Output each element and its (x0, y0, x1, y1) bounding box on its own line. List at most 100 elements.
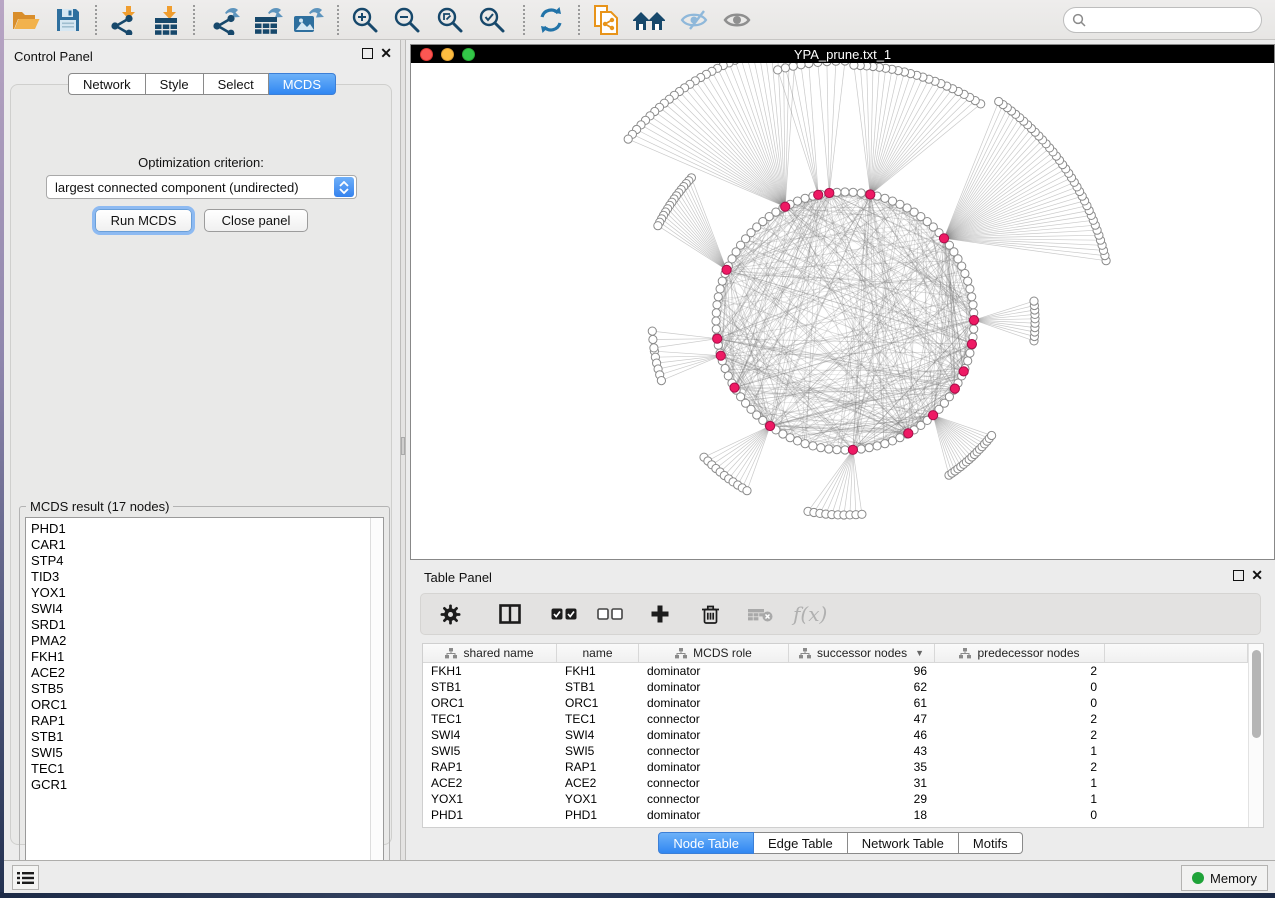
close-table-panel-icon[interactable]: ✕ (1251, 570, 1263, 581)
mcds-result-item[interactable]: CAR1 (31, 537, 370, 553)
float-table-panel-icon[interactable] (1233, 570, 1244, 581)
table-row[interactable]: YOX1YOX1connector291 (423, 791, 1248, 807)
table-row[interactable]: SWI4SWI4dominator462 (423, 727, 1248, 743)
mcds-result-item[interactable]: TID3 (31, 569, 370, 585)
table-row[interactable]: SWI5SWI5connector431 (423, 743, 1248, 759)
mcds-result-item[interactable]: SWI4 (31, 601, 370, 617)
criterion-value: largest connected component (undirected) (47, 180, 334, 195)
criterion-dropdown[interactable]: largest connected component (undirected) (46, 175, 357, 199)
column-header-successor-nodes[interactable]: successor nodes▼ (789, 644, 935, 662)
columns-icon[interactable] (499, 604, 521, 624)
mcds-result-item[interactable]: SRD1 (31, 617, 370, 633)
hide-selected-icon[interactable] (677, 3, 711, 37)
export-image-icon[interactable] (291, 3, 325, 37)
refresh-network-icon[interactable] (534, 3, 568, 37)
table-toolbar: f(x) (420, 593, 1261, 635)
mcds-result-item[interactable]: PHD1 (31, 521, 370, 537)
mcds-result-group: MCDS result (17 nodes) PHD1CAR1STP4TID3Y… (19, 506, 390, 878)
mcds-result-title: MCDS result (17 nodes) (26, 499, 173, 514)
function-builder-icon: f(x) (793, 602, 827, 626)
memory-button[interactable]: Memory (1181, 865, 1268, 891)
mcds-result-item[interactable]: PMA2 (31, 633, 370, 649)
tab-edge-table[interactable]: Edge Table (754, 832, 848, 854)
task-history-button[interactable] (12, 865, 39, 890)
mcds-result-item[interactable]: FKH1 (31, 649, 370, 665)
control-panel-title: Control Panel (14, 49, 93, 64)
mcds-result-item[interactable]: ORC1 (31, 697, 370, 713)
tab-node-table[interactable]: Node Table (658, 832, 754, 854)
export-network-icon[interactable] (209, 3, 243, 37)
mcds-result-item[interactable]: GCR1 (31, 777, 370, 793)
column-header-MCDS-role[interactable]: MCDS role (639, 644, 789, 662)
mcds-result-item[interactable]: SWI5 (31, 745, 370, 761)
delete-table-icon (747, 607, 773, 622)
first-neighbors-icon[interactable] (632, 3, 666, 37)
tab-select[interactable]: Select (204, 73, 269, 95)
column-header-name[interactable]: name (557, 644, 639, 662)
tab-motifs[interactable]: Motifs (959, 832, 1023, 854)
zoom-selected-icon[interactable] (475, 3, 509, 37)
splitter-grip[interactable] (401, 437, 405, 455)
mcds-result-item[interactable]: RAP1 (31, 713, 370, 729)
mcds-result-item[interactable]: STB1 (31, 729, 370, 745)
save-session-icon[interactable] (51, 3, 85, 37)
tab-style[interactable]: Style (146, 73, 204, 95)
column-header-shared-name[interactable]: shared name (423, 644, 557, 662)
deselect-all-icon[interactable] (597, 608, 623, 620)
optimization-criterion-label: Optimization criterion: (11, 155, 391, 170)
table-row[interactable]: TEC1TEC1connector472 (423, 711, 1248, 727)
mcds-result-item[interactable]: TEC1 (31, 761, 370, 777)
select-all-icon[interactable] (551, 608, 577, 620)
table-row[interactable]: RAP1RAP1dominator352 (423, 759, 1248, 775)
zoom-out-icon[interactable] (390, 3, 424, 37)
status-bar: Memory (4, 860, 1275, 893)
export-table-icon[interactable] (251, 3, 285, 37)
tab-mcds[interactable]: MCDS (269, 73, 336, 95)
right-area: YPA_prune.txt_1 Table Panel ✕ (406, 40, 1275, 860)
tab-network[interactable]: Network (68, 73, 146, 95)
table-tabs: Node TableEdge TableNetwork TableMotifs (406, 832, 1275, 854)
tab-network-table[interactable]: Network Table (848, 832, 959, 854)
toolbar-separator (193, 5, 195, 35)
search-input[interactable] (1063, 7, 1262, 33)
hierarchy-icon (445, 648, 457, 659)
import-table-icon[interactable] (149, 3, 183, 37)
sort-chevron-icon: ▼ (915, 648, 924, 658)
run-mcds-button[interactable]: Run MCDS (95, 209, 192, 232)
zoom-in-icon[interactable] (348, 3, 382, 37)
table-scrollbar-thumb[interactable] (1252, 650, 1261, 738)
network-view-window: YPA_prune.txt_1 (410, 44, 1275, 560)
open-file-icon[interactable] (9, 3, 43, 37)
duplicate-network-icon[interactable] (589, 3, 623, 37)
table-row[interactable]: STB1STB1dominator620 (423, 679, 1248, 695)
gear-icon[interactable] (439, 604, 461, 625)
float-panel-icon[interactable] (362, 48, 373, 59)
mcds-result-item[interactable]: YOX1 (31, 585, 370, 601)
search-field[interactable] (1090, 13, 1261, 27)
mcds-list-scrollbar[interactable] (370, 518, 383, 868)
table-scrollbar[interactable] (1248, 644, 1263, 827)
import-network-icon[interactable] (107, 3, 141, 37)
search-icon (1072, 13, 1086, 27)
mcds-result-item[interactable]: STB5 (31, 681, 370, 697)
delete-column-icon[interactable] (699, 604, 721, 625)
cytoscape-window: Control Panel ✕ NetworkStyleSelectMCDS O… (4, 0, 1275, 893)
mcds-result-item[interactable]: ACE2 (31, 665, 370, 681)
node-table: shared namenameMCDS rolesuccessor nodes▼… (422, 643, 1264, 828)
add-column-icon[interactable] (649, 604, 671, 624)
table-row[interactable]: FKH1FKH1dominator962 (423, 663, 1248, 679)
close-panel-button[interactable]: Close panel (204, 209, 308, 232)
mcds-result-item[interactable]: STP4 (31, 553, 370, 569)
column-header-predecessor-nodes[interactable]: predecessor nodes (935, 644, 1105, 662)
zoom-fit-icon[interactable] (433, 3, 467, 37)
table-row[interactable]: ORC1ORC1dominator610 (423, 695, 1248, 711)
table-row[interactable]: ACE2ACE2connector311 (423, 775, 1248, 791)
close-panel-icon[interactable]: ✕ (380, 48, 392, 59)
main-toolbar (4, 0, 1275, 40)
table-row[interactable]: PHD1PHD1dominator180 (423, 807, 1248, 823)
network-window-titlebar[interactable]: YPA_prune.txt_1 (411, 45, 1274, 63)
show-all-icon[interactable] (720, 3, 754, 37)
network-graph[interactable] (411, 63, 1274, 559)
control-panel-tabs: NetworkStyleSelectMCDS (4, 73, 400, 95)
mcds-result-list[interactable]: PHD1CAR1STP4TID3YOX1SWI4SRD1PMA2FKH1ACE2… (25, 517, 384, 869)
